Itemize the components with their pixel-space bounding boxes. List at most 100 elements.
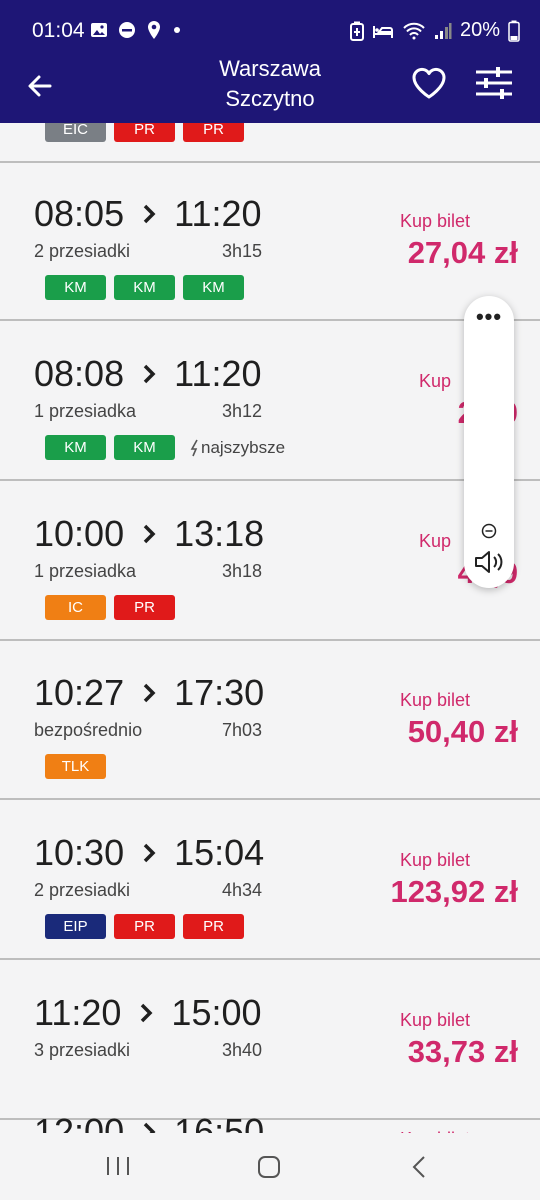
carrier-badge: PR [114, 595, 175, 620]
location-icon [148, 21, 160, 39]
carrier-badge: PR [183, 123, 244, 142]
duration-label: 7h03 [222, 720, 263, 740]
carrier-badge: EIP [45, 914, 106, 939]
transfers-label: 2 przesiadki [34, 241, 131, 261]
arrival-time: 17:30 [174, 672, 265, 713]
system-nav-bar [0, 1133, 540, 1200]
arrival-time: 13:18 [174, 513, 265, 554]
fastest-tag: najszybsze [189, 438, 285, 458]
recent-apps-icon[interactable] [105, 1155, 131, 1177]
buy-ticket-label[interactable]: Kup bilet [370, 211, 500, 232]
duration-label: 3h12 [222, 401, 263, 421]
back-arrow-icon[interactable] [22, 68, 58, 104]
times: 10:00 13:18 [34, 513, 264, 555]
departure-time: 10:00 [34, 513, 125, 554]
carrier-badge: TLK [45, 754, 106, 779]
ticket-price[interactable]: 123,92 zł [390, 874, 518, 910]
connection-row[interactable]: 10:27 17:30 bezpośrednio 7h03 TLK Kup bilet 50… [0, 642, 540, 800]
duration-label: 3h40 [222, 1040, 263, 1060]
wifi-icon [403, 22, 425, 39]
connection-list[interactable]: EIC PR PR 08:05 11:20 2 przesiadki 3h15 KM KM KM… [0, 123, 540, 1133]
departure-time: 08:05 [34, 193, 125, 234]
times: 12:00 16:50 [34, 1111, 264, 1133]
carrier-badge: KM [114, 275, 175, 300]
chevron-right-icon [143, 683, 156, 703]
app-bar: Warszawa Szczytno [0, 56, 540, 123]
transfers-label: 3 przesiadki [34, 1040, 131, 1060]
minimize-icon[interactable] [481, 523, 497, 539]
chevron-right-icon [143, 364, 156, 384]
sleep-icon [372, 25, 393, 38]
nav-back-icon[interactable] [410, 1155, 428, 1179]
arrival-time: 15:04 [174, 832, 265, 873]
buy-ticket-label[interactable]: Kup bilet [370, 1010, 500, 1031]
battery-icon [508, 20, 520, 42]
image-icon [91, 23, 107, 37]
carrier-badge: KM [114, 435, 175, 460]
buy-ticket-label[interactable]: Kup bilet [370, 690, 500, 711]
carrier-badges: KM KM najszybsze [45, 435, 285, 460]
departure-time: 10:27 [34, 672, 125, 713]
departure-time: 10:30 [34, 832, 125, 873]
arrival-time: 11:20 [174, 193, 262, 234]
route-title: Warszawa Szczytno [140, 54, 400, 114]
carrier-badge: PR [114, 123, 175, 142]
carrier-badge: IC [45, 595, 106, 620]
ticket-price[interactable]: 27,04 zł [408, 235, 518, 271]
battery-saver-icon [349, 21, 364, 41]
times: 08:05 11:20 [34, 193, 262, 235]
duration-label: 3h15 [222, 241, 263, 261]
arrival-time: 16:50 [174, 1111, 265, 1133]
duration-label: 3h18 [222, 561, 263, 581]
battery-percent: 20% [459, 19, 500, 41]
fastest-label: najszybsze [201, 437, 286, 457]
transfers-label: 1 przesiadka [34, 401, 137, 421]
times: 08:08 11:20 [34, 353, 262, 395]
connection-row-partial[interactable]: EIC PR PR [0, 123, 540, 163]
signal-icon [434, 22, 452, 39]
do-not-disturb-icon [119, 22, 135, 38]
departure-time: 08:08 [34, 353, 125, 394]
filter-sliders-icon[interactable] [474, 64, 514, 102]
connection-row[interactable]: 08:05 11:20 2 przesiadki 3h15 KM KM KM Kup bile… [0, 163, 540, 321]
route-from: Warszawa [219, 56, 321, 81]
carrier-badge: KM [183, 275, 244, 300]
transfers-label: 2 przesiadki [34, 880, 131, 900]
connection-row[interactable]: 10:30 15:04 2 przesiadki 4h34 EIP PR PR Kup bil… [0, 802, 540, 960]
transfers-label: 1 przesiadka [34, 561, 137, 581]
carrier-badge: PR [114, 914, 175, 939]
carrier-badges: EIP PR PR [45, 914, 244, 939]
connection-row[interactable]: 08:08 11:20 1 przesiadka 3h12 KM KM najszybsze… [0, 323, 540, 481]
carrier-badges: TLK [45, 754, 106, 779]
more-options-icon[interactable]: ••• [464, 304, 514, 330]
floating-volume-panel[interactable]: ••• [464, 296, 514, 588]
departure-time: 11:20 [34, 992, 122, 1033]
chevron-right-icon [143, 524, 156, 544]
carrier-badge: PR [183, 914, 244, 939]
connection-row[interactable]: 12:0016:50Kup bilet [0, 1081, 540, 1133]
arrival-time: 11:20 [174, 353, 262, 394]
duration-label: 4h34 [222, 880, 263, 900]
heart-icon[interactable] [410, 64, 448, 102]
ticket-price[interactable]: 50,40 zł [408, 714, 518, 750]
dot-icon [174, 27, 180, 33]
ticket-price[interactable]: 33,73 zł [408, 1034, 518, 1070]
lightning-icon [190, 439, 198, 456]
home-icon[interactable] [257, 1155, 281, 1179]
transfers-label: bezpośrednio [34, 720, 143, 740]
chevron-right-icon [143, 1122, 156, 1133]
times: 10:27 17:30 [34, 672, 264, 714]
arrival-time: 15:00 [171, 992, 262, 1033]
departure-time: 12:00 [34, 1111, 125, 1133]
speaker-icon[interactable] [474, 549, 506, 575]
chevron-right-icon [143, 843, 156, 863]
carrier-badge: KM [45, 435, 106, 460]
carrier-badges: KM KM KM [45, 275, 244, 300]
status-bar: 01:04 20% [0, 0, 540, 60]
route-to: Szczytno [225, 86, 315, 111]
times: 10:30 15:04 [34, 832, 264, 874]
carrier-badges: EIC PR PR [45, 123, 244, 142]
carrier-badge: EIC [45, 123, 106, 142]
connection-row[interactable]: 10:0013:181 przesiadka3h18ICPRKup49,9 [0, 483, 540, 641]
buy-ticket-label[interactable]: Kup bilet [370, 850, 500, 871]
